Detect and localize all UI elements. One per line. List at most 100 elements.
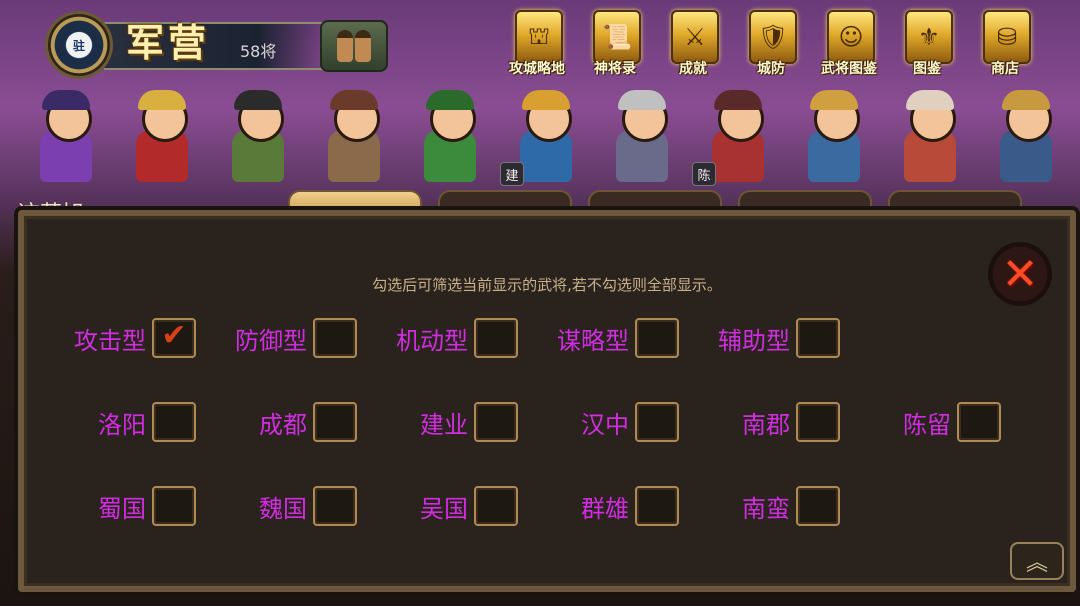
- type-filter-option[interactable]: 机动型: [396, 318, 518, 358]
- hero-city-tag: 建: [500, 162, 524, 186]
- faction-filter-label: 魏国: [259, 494, 307, 523]
- camp-emblem-icon: 驻: [48, 14, 110, 76]
- hero-helmet: [714, 90, 762, 110]
- type-filter-label: 辅助型: [718, 326, 790, 355]
- treasure-chest-icon: ⛁: [983, 10, 1031, 64]
- city-filter-label: 汉中: [581, 410, 629, 439]
- menu-item[interactable]: ☺ 武将图鉴: [810, 10, 888, 82]
- city-filter-option[interactable]: 洛阳: [98, 402, 196, 442]
- hero-avatar[interactable]: 建: [500, 90, 592, 188]
- menu-item[interactable]: ⛁ 商店: [966, 10, 1044, 82]
- faction-filter-checkbox[interactable]: [796, 486, 840, 526]
- faction-filter-label: 吴国: [420, 494, 468, 523]
- city-filter-option[interactable]: 汉中: [581, 402, 679, 442]
- city-filter-checkbox[interactable]: [796, 402, 840, 442]
- achievement-medal-icon: ⚔: [671, 10, 719, 64]
- armor-icon: ⚜: [905, 10, 953, 64]
- type-filter-label: 机动型: [396, 326, 468, 355]
- hero-helmet: [618, 90, 666, 110]
- soldier-icon: [355, 30, 371, 62]
- faction-filter-label: 南蛮: [742, 494, 790, 523]
- hero-helmet: [426, 90, 474, 110]
- menu-item[interactable]: 📜 神将录: [576, 10, 654, 82]
- faction-filter-option[interactable]: 南蛮: [742, 486, 840, 526]
- close-icon[interactable]: ✕: [988, 242, 1052, 306]
- city-filter-checkbox[interactable]: [957, 402, 1001, 442]
- menu-item[interactable]: ⚔ 成就: [654, 10, 732, 82]
- hero-helmet: [810, 90, 858, 110]
- hero-avatar[interactable]: [788, 90, 880, 188]
- hero-avatar[interactable]: 陈: [692, 90, 784, 188]
- faction-filter-checkbox[interactable]: [635, 486, 679, 526]
- hero-city-tag: 陈: [692, 162, 716, 186]
- hero-helmet: [906, 90, 954, 110]
- faction-filter-option[interactable]: 蜀国: [98, 486, 196, 526]
- hero-avatar[interactable]: [212, 90, 304, 188]
- faction-filter-option[interactable]: 魏国: [259, 486, 357, 526]
- general-portrait-icon: ☺: [827, 10, 875, 64]
- city-filter-checkbox[interactable]: [474, 402, 518, 442]
- hero-avatar[interactable]: [884, 90, 976, 188]
- castle-icon: ⛫: [515, 10, 563, 64]
- type-filter-checkbox[interactable]: [635, 318, 679, 358]
- type-filter-option[interactable]: 攻击型 ✔: [74, 318, 196, 358]
- faction-filter-checkbox[interactable]: [313, 486, 357, 526]
- soldier-icon: [337, 30, 353, 62]
- city-filter-checkbox[interactable]: [313, 402, 357, 442]
- emblem-badge-text: 驻: [66, 32, 92, 58]
- scroll-book-icon: 📜: [593, 10, 641, 64]
- type-filter-option[interactable]: 防御型: [235, 318, 357, 358]
- hero-helmet: [42, 90, 90, 110]
- shield-icon: 🛡: [749, 10, 797, 64]
- checkmark-icon: ✔: [161, 318, 187, 353]
- hero-helmet: [522, 90, 570, 110]
- hero-avatar[interactable]: [20, 90, 112, 188]
- general-count: 58将: [240, 42, 277, 61]
- city-filter-label: 建业: [420, 410, 468, 439]
- city-filter-checkbox[interactable]: [635, 402, 679, 442]
- city-filter-label: 洛阳: [98, 410, 146, 439]
- type-filter-checkbox[interactable]: ✔: [152, 318, 196, 358]
- filter-dialog: 勾选后可筛选当前显示的武将,若不勾选则全部显示。 ✕ ︽ 攻击型 ✔ 防御型 机动型 谋…: [14, 206, 1080, 596]
- hero-helmet: [330, 90, 378, 110]
- type-filter-option[interactable]: 辅助型: [718, 318, 840, 358]
- city-filter-label: 陈留: [903, 410, 951, 439]
- type-filter-option[interactable]: 谋略型: [557, 318, 679, 358]
- faction-filter-option[interactable]: 群雄: [581, 486, 679, 526]
- menu-item-label: 成就: [679, 61, 707, 77]
- filter-hint: 勾选后可筛选当前显示的武将,若不勾选则全部显示。: [372, 276, 722, 294]
- top-bar: 驻 军营 58将 ⛫ 攻城略地 📜 神将录 ⚔ 成就 🛡 城防 ☺ 武将图鉴 ⚜ 图鉴 ⛁ 商店: [0, 0, 1080, 90]
- type-filter-label: 防御型: [235, 326, 307, 355]
- scroll-up-button[interactable]: ︽: [1010, 542, 1064, 580]
- city-filter-option[interactable]: 建业: [420, 402, 518, 442]
- type-filter-label: 攻击型: [74, 326, 146, 355]
- formation-button[interactable]: [320, 20, 388, 72]
- type-filter-checkbox[interactable]: [474, 318, 518, 358]
- hero-avatar[interactable]: [308, 90, 400, 188]
- type-filter-checkbox[interactable]: [313, 318, 357, 358]
- faction-filter-option[interactable]: 吴国: [420, 486, 518, 526]
- hero-helmet: [1002, 90, 1050, 110]
- hero-avatar[interactable]: [404, 90, 496, 188]
- menu-item[interactable]: ⛫ 攻城略地: [498, 10, 576, 82]
- city-filter-option[interactable]: 南郡: [742, 402, 840, 442]
- faction-filter-checkbox[interactable]: [474, 486, 518, 526]
- city-filter-option[interactable]: 陈留: [903, 402, 1001, 442]
- type-filter-label: 谋略型: [557, 326, 629, 355]
- menu-item-label: 攻城略地: [509, 61, 565, 77]
- type-filter-checkbox[interactable]: [796, 318, 840, 358]
- hero-avatar[interactable]: [596, 90, 688, 188]
- hero-avatar[interactable]: [116, 90, 208, 188]
- faction-filter-label: 群雄: [581, 494, 629, 523]
- faction-filter-checkbox[interactable]: [152, 486, 196, 526]
- city-filter-label: 成都: [259, 410, 307, 439]
- hero-avatar[interactable]: [980, 90, 1072, 188]
- menu-item[interactable]: 🛡 城防: [732, 10, 810, 82]
- city-filter-option[interactable]: 成都: [259, 402, 357, 442]
- hero-helmet: [138, 90, 186, 110]
- menu-item-label: 武将图鉴: [821, 61, 877, 77]
- menu-item-label: 商店: [991, 61, 1019, 77]
- menu-item-label: 城防: [757, 61, 785, 77]
- city-filter-checkbox[interactable]: [152, 402, 196, 442]
- menu-item[interactable]: ⚜ 图鉴: [888, 10, 966, 82]
